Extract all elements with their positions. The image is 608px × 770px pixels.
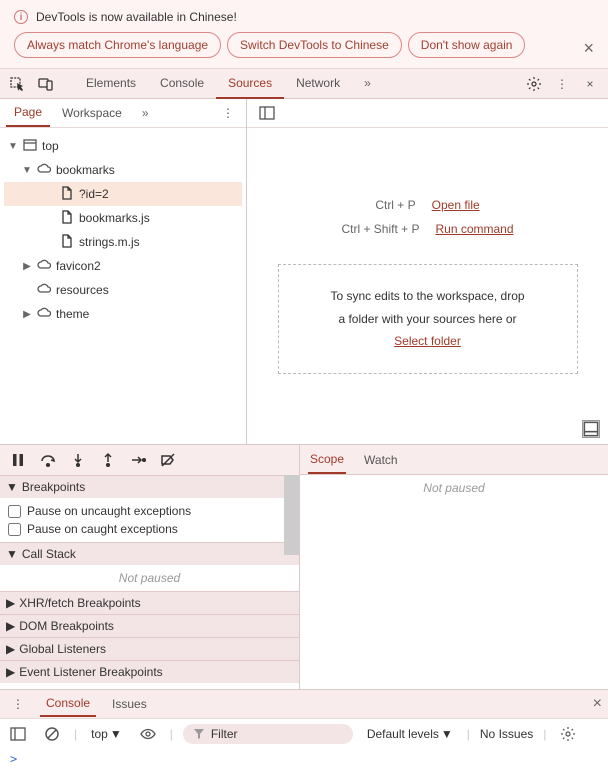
not-paused-label: Not paused [0,565,299,591]
tree-label: favicon2 [56,259,101,273]
tree-file-stringsmjs[interactable]: strings.m.js [4,230,242,254]
filter-icon [193,728,205,740]
tree-node-bookmarks[interactable]: ▼ bookmarks [4,158,242,182]
workspace-dropzone[interactable]: To sync edits to the workspace, drop a f… [278,264,578,374]
close-devtools-icon[interactable]: × [578,72,602,96]
tab-network[interactable]: Network [284,69,352,99]
banner-title: DevTools is now available in Chinese! [36,10,237,24]
section-breakpoints[interactable]: ▼Breakpoints [0,475,299,498]
debugger-sidebar: ▼Breakpoints Pause on uncaught exception… [0,445,300,689]
language-banner: i DevTools is now available in Chinese! … [0,0,608,69]
step-icon[interactable] [126,452,150,468]
kebab-menu-icon[interactable]: ⋮ [550,72,574,96]
step-over-icon[interactable] [36,452,60,468]
subtab-workspace[interactable]: Workspace [54,100,130,126]
file-icon [60,234,74,251]
step-into-icon[interactable] [66,452,90,468]
run-command-link[interactable]: Run command [435,222,513,236]
banner-match-language-button[interactable]: Always match Chrome's language [14,32,221,58]
main-toolbar: Elements Console Sources Network » ⋮ × [0,69,608,99]
pause-icon[interactable] [6,452,30,468]
device-toggle-icon[interactable] [34,72,58,96]
cloud-icon [37,162,51,179]
chevron-down-icon: ▼ [22,165,32,176]
step-out-icon[interactable] [96,452,120,468]
select-folder-link[interactable]: Select folder [394,334,461,348]
editor-pane: Ctrl + P Open file Ctrl + Shift + P Run … [247,99,608,444]
open-file-link[interactable]: Open file [432,198,480,212]
cloud-icon [37,306,51,323]
subtab-page[interactable]: Page [6,99,50,127]
tree-label: strings.m.js [79,235,140,249]
settings-icon[interactable] [522,72,546,96]
tab-console[interactable]: Console [148,69,216,99]
clear-console-icon[interactable] [40,722,64,746]
dropzone-text: a folder with your sources here or [303,308,553,331]
tree-node-resources[interactable]: ▶ resources [4,278,242,302]
section-global[interactable]: ▶Global Listeners [0,637,299,660]
filter-input[interactable]: Filter [183,724,353,744]
tab-elements[interactable]: Elements [74,69,148,99]
toggle-navigator-icon[interactable] [255,101,279,125]
navigator-pane: Page Workspace » ⋮ ▼ top ▼ bookmarks ?id… [0,99,247,444]
tree-label: theme [56,307,89,321]
section-dom[interactable]: ▶DOM Breakpoints [0,614,299,637]
chevron-right-icon: ▶ [22,261,32,272]
pause-uncaught-checkbox[interactable]: Pause on uncaught exceptions [8,502,291,520]
banner-switch-language-button[interactable]: Switch DevTools to Chinese [227,32,402,58]
info-icon: i [14,10,28,24]
section-event[interactable]: ▶Event Listener Breakpoints [0,660,299,683]
drawer-tab-console[interactable]: Console [40,691,96,717]
chevron-right-icon: ▶ [22,309,32,320]
drawer-kebab-icon[interactable]: ⋮ [6,692,30,716]
console-prompt[interactable]: > [0,748,608,770]
drawer-tab-issues[interactable]: Issues [106,692,153,716]
tab-watch[interactable]: Watch [362,447,400,473]
tree-node-top[interactable]: ▼ top [4,134,242,158]
context-selector[interactable]: top▼ [87,725,126,743]
section-callstack[interactable]: ▼Call Stack [0,542,299,565]
drawer: ⋮ Console Issues × | top▼ | Filter Defau… [0,689,608,770]
scope-not-paused: Not paused [300,475,608,501]
cloud-icon [37,282,51,299]
shortcut-key: Ctrl + Shift + P [341,222,419,236]
issues-counter[interactable]: No Issues [480,727,533,741]
file-icon [60,186,74,203]
chevron-down-icon: ▼ [8,141,18,152]
tree-label: bookmarks.js [79,211,150,225]
tree-label: bookmarks [56,163,115,177]
window-icon [23,138,37,155]
tab-scope[interactable]: Scope [308,446,346,474]
subtabs-overflow-icon[interactable]: » [134,100,157,126]
log-levels-selector[interactable]: Default levels▼ [363,725,457,743]
tree-label: resources [56,283,109,297]
navigator-kebab-icon[interactable]: ⋮ [216,101,240,125]
deactivate-breakpoints-icon[interactable] [156,452,180,468]
tree-file-bookmarksjs[interactable]: bookmarks.js [4,206,242,230]
tabs-overflow-icon[interactable]: » [352,69,383,99]
tree-label: top [42,139,59,153]
file-icon [60,210,74,227]
shortcut-key: Ctrl + P [375,198,415,212]
cloud-icon [37,258,51,275]
console-sidebar-toggle-icon[interactable] [6,722,30,746]
console-settings-icon[interactable] [556,722,580,746]
toggle-debugger-icon[interactable] [582,420,600,438]
dropzone-text: To sync edits to the workspace, drop [303,285,553,308]
inspect-element-icon[interactable] [6,72,30,96]
tab-sources[interactable]: Sources [216,69,284,99]
pause-caught-checkbox[interactable]: Pause on caught exceptions [8,520,291,538]
banner-dont-show-button[interactable]: Don't show again [408,32,526,58]
tree-node-theme[interactable]: ▶ theme [4,302,242,326]
section-xhr[interactable]: ▶XHR/fetch Breakpoints [0,591,299,614]
tree-label: ?id=2 [79,187,109,201]
tree-file-id2[interactable]: ?id=2 [4,182,242,206]
drawer-close-icon[interactable]: × [593,695,602,713]
live-expression-icon[interactable] [136,722,160,746]
tree-node-favicon2[interactable]: ▶ favicon2 [4,254,242,278]
scrollbar-thumb[interactable] [284,475,299,555]
banner-close-icon[interactable]: × [583,38,594,59]
